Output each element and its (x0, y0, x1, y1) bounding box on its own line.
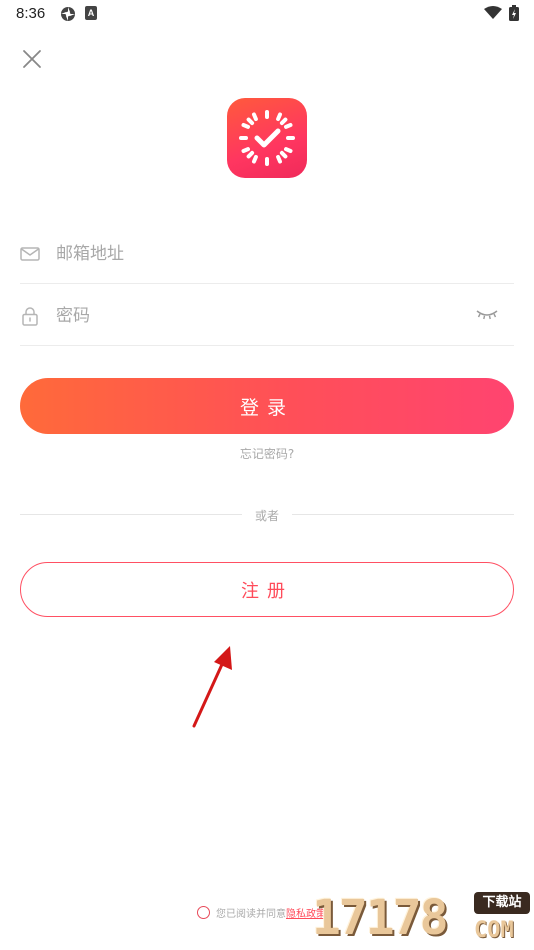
agreement-text: 您已阅读并同意 (216, 908, 286, 920)
mail-icon (20, 247, 40, 261)
watermark-suffix: COM (474, 918, 514, 943)
clock-check-icon (239, 110, 295, 166)
app-logo (227, 98, 307, 178)
battery-charging-icon (509, 5, 519, 21)
a-badge-icon: A (85, 6, 97, 20)
status-time: 8:36 (16, 5, 46, 22)
or-label: 或者 (254, 509, 279, 523)
login-button[interactable]: 登录 (20, 378, 514, 434)
wifi-icon (484, 6, 502, 19)
annotation-arrow-icon (192, 646, 232, 728)
or-divider: 或者 (20, 505, 514, 525)
email-input[interactable] (56, 236, 456, 272)
password-input[interactable] (56, 298, 456, 334)
divider-line-right (292, 514, 514, 515)
forgot-password-link[interactable]: 忘记密码? (0, 445, 534, 462)
register-button[interactable]: 注册 (20, 562, 514, 617)
watermark-badge: 下载站 (474, 892, 530, 914)
password-field-row (20, 284, 514, 346)
close-icon[interactable] (20, 47, 44, 71)
email-field-row (20, 222, 514, 284)
watermark-logo: 17178 下载站 COM (312, 888, 534, 950)
eye-closed-icon[interactable] (476, 308, 498, 322)
status-bar: 8:36 A (0, 0, 534, 28)
privacy-agreement: 您已阅读并同意 隐私政策 (197, 904, 326, 920)
watermark-digits: 17178 (312, 890, 448, 946)
lock-icon (22, 307, 38, 326)
pinwheel-icon (61, 7, 75, 21)
agree-radio[interactable] (197, 905, 210, 919)
